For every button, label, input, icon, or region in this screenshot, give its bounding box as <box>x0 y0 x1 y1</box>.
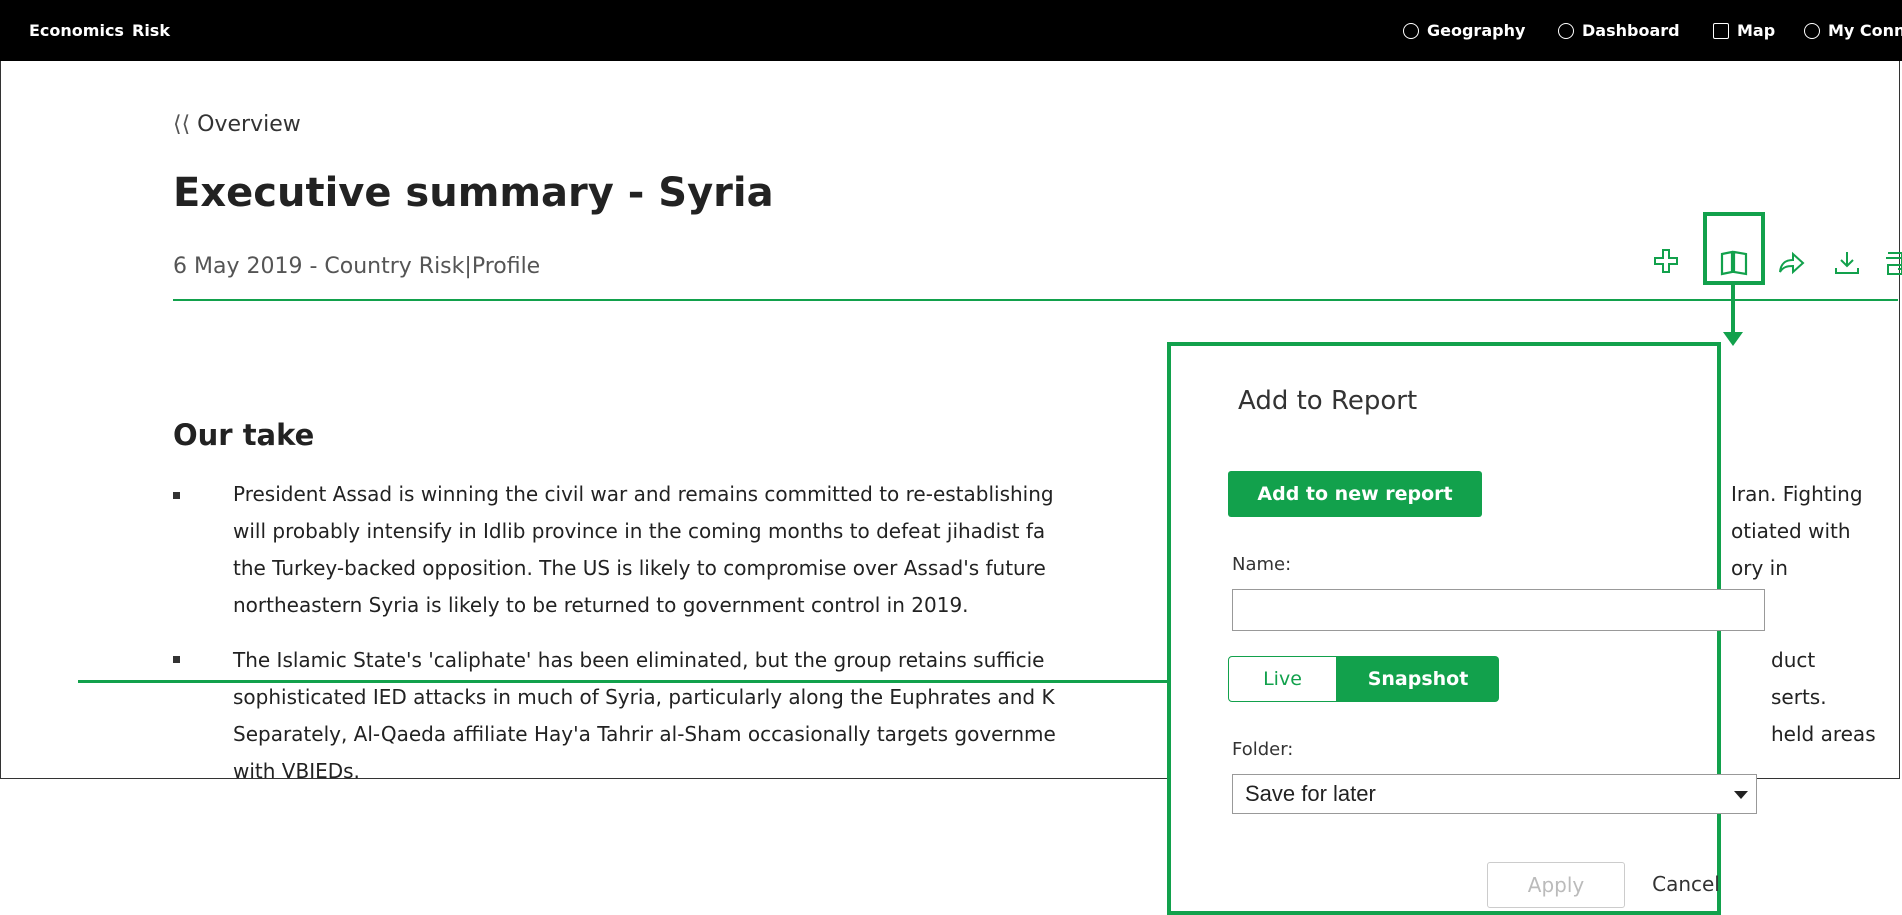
text-line: will probably intensify in Idlib provinc… <box>233 519 1046 543</box>
globe-icon <box>1403 23 1419 39</box>
nav-risk[interactable]: Risk <box>132 21 170 40</box>
arrowhead-down <box>1723 332 1743 346</box>
chevron-down-icon <box>1734 791 1748 799</box>
snapshot-toggle[interactable]: Snapshot <box>1337 656 1499 702</box>
share-icon[interactable] <box>1777 250 1805 282</box>
text-line: ory in <box>1731 556 1788 580</box>
page-meta: 6 May 2019 - Country Risk|Profile <box>173 254 540 279</box>
cancel-button[interactable]: Cancel <box>1645 862 1727 908</box>
page-title: Executive summary - Syria <box>173 170 774 216</box>
map-icon <box>1713 23 1729 39</box>
add-to-new-report-button[interactable]: Add to new report <box>1228 471 1482 517</box>
add-icon[interactable] <box>1653 248 1679 280</box>
my-icon <box>1804 23 1820 39</box>
nav-geography[interactable]: Geography <box>1403 21 1525 40</box>
text-line: serts. <box>1771 685 1827 709</box>
nav-economics[interactable]: Economics <box>29 21 124 40</box>
folder-select-value: Save for later <box>1245 781 1376 806</box>
our-take-heading: Our take <box>173 418 315 452</box>
bullet-marker <box>173 492 180 499</box>
nav-map-label: Map <box>1737 21 1776 40</box>
category-link[interactable]: Country Risk <box>324 254 464 279</box>
bullet-1-right: Iran. Fighting otiated with ory in <box>1731 476 1863 587</box>
meta-separator: | <box>464 254 472 279</box>
breadcrumb[interactable]: ⟨⟨ Overview <box>173 112 301 137</box>
bullet-1-left: President Assad is winning the civil war… <box>233 476 1233 624</box>
bullet-2-right: duct serts. held areas <box>1771 642 1876 753</box>
nav-dashboard-label: Dashboard <box>1582 21 1680 40</box>
add-to-report-dialog: Add to Report Add to new report Name: Li… <box>1167 342 1765 915</box>
text-line: the Turkey-backed opposition. The US is … <box>233 556 1046 580</box>
dialog-title: Add to Report <box>1238 386 1418 416</box>
bullet-2-left: The Islamic State's 'caliphate' has been… <box>233 642 1233 790</box>
text-line: with VBIEDs. <box>233 759 360 783</box>
text-line: Iran. Fighting <box>1731 482 1863 506</box>
type-link[interactable]: Profile <box>472 254 540 279</box>
add-to-report-icon[interactable] <box>1720 250 1748 282</box>
live-toggle[interactable]: Live <box>1228 656 1337 702</box>
text-line: northeastern Syria is likely to be retur… <box>233 593 969 617</box>
text-line: otiated with <box>1731 519 1851 543</box>
name-label: Name: <box>1232 554 1292 575</box>
print-icon[interactable] <box>1885 250 1902 282</box>
nav-map[interactable]: Map <box>1713 21 1775 40</box>
download-icon[interactable] <box>1833 250 1861 282</box>
name-input[interactable] <box>1232 589 1765 631</box>
text-line: Separately, Al-Qaeda affiliate Hay'a Tah… <box>233 722 1056 746</box>
publish-date: 6 May 2019 - <box>173 254 318 279</box>
dashboard-icon <box>1558 23 1574 39</box>
folder-select[interactable]: Save for later <box>1232 774 1757 814</box>
top-nav-bar: Economics Risk Geography Dashboard Map M… <box>0 0 1902 61</box>
nav-geography-label: Geography <box>1427 21 1526 40</box>
bullet-marker <box>173 656 180 663</box>
nav-dashboard[interactable]: Dashboard <box>1558 21 1680 40</box>
nav-my-connect[interactable]: My Connect <box>1804 21 1902 40</box>
annotation-arrow-down <box>1731 285 1735 335</box>
nav-my-connect-label: My Connect <box>1828 21 1902 40</box>
text-line: President Assad is winning the civil war… <box>233 482 1054 506</box>
apply-button[interactable]: Apply <box>1487 862 1625 908</box>
text-line: The Islamic State's 'caliphate' has been… <box>233 648 1045 672</box>
text-line: duct <box>1771 648 1816 672</box>
text-line: sophisticated IED attacks in much of Syr… <box>233 685 1055 709</box>
folder-label: Folder: <box>1232 739 1294 760</box>
double-chevron-left-icon: ⟨⟨ <box>173 112 191 137</box>
text-line: held areas <box>1771 722 1876 746</box>
breadcrumb-overview: Overview <box>197 112 301 137</box>
annotation-arrow-right <box>78 680 1218 683</box>
header-divider <box>173 299 1898 301</box>
section-heading: Our take <box>173 418 314 452</box>
